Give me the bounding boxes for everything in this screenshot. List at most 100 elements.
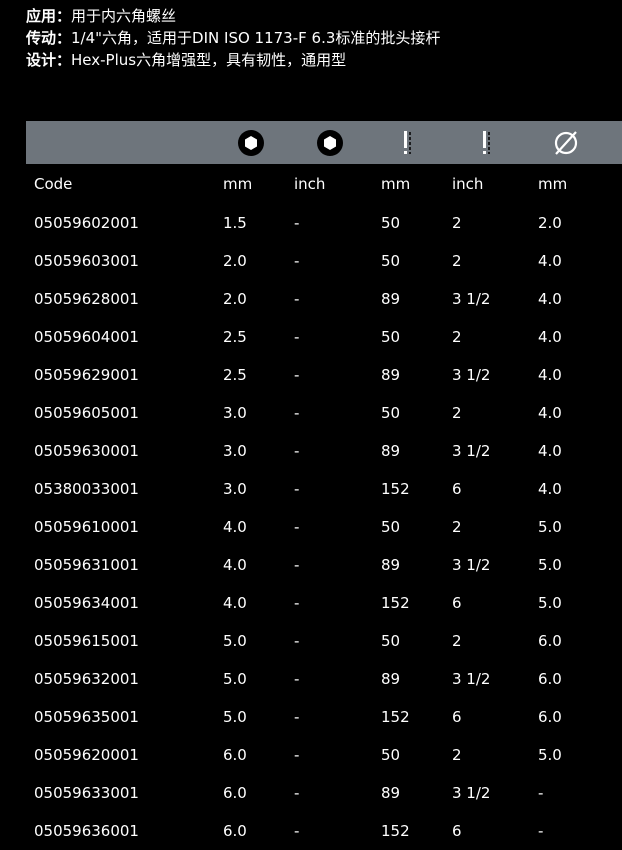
cell-code: 05059620001	[34, 746, 139, 764]
cell-hex-mm: 4.0	[223, 518, 247, 536]
cell-length-mm: 152	[381, 594, 410, 612]
cell-hex-inch: -	[294, 480, 300, 498]
cell-code: 05059631001	[34, 556, 139, 574]
icon-header-bar	[26, 121, 622, 164]
cell-length-mm: 89	[381, 366, 401, 384]
cell-hex-mm: 6.0	[223, 746, 247, 764]
table-row: 05059610001 4.0 - 50 2 5.0	[26, 508, 622, 546]
cell-hex-inch: -	[294, 708, 300, 726]
cell-code: 05059636001	[34, 822, 139, 840]
cell-length-inch: 3 1/2	[452, 670, 491, 688]
cell-hex-inch: -	[294, 252, 300, 270]
cell-length-mm: 152	[381, 708, 410, 726]
cell-code: 05059610001	[34, 518, 139, 536]
cell-code: 05059602001	[34, 214, 139, 232]
hex-socket-icon	[238, 130, 264, 156]
length-icon	[483, 131, 490, 154]
cell-hex-mm: 4.0	[223, 556, 247, 574]
cell-code: 05059633001	[34, 784, 139, 802]
cell-hex-inch: -	[294, 518, 300, 536]
cell-code: 05059615001	[34, 632, 139, 650]
cell-length-mm: 89	[381, 670, 401, 688]
cell-length-inch: 2	[452, 518, 462, 536]
spec-list: 应用：用于内六角螺丝 传动：1/4"六角，适用于DIN ISO 1173-F 6…	[26, 5, 440, 71]
table-row: 05059634001 4.0 - 152 6 5.0	[26, 584, 622, 622]
cell-hex-mm: 2.0	[223, 290, 247, 308]
spec-key: 设计：	[26, 51, 72, 69]
cell-length-inch: 2	[452, 746, 462, 764]
cell-hex-inch: -	[294, 404, 300, 422]
cell-hex-inch: -	[294, 556, 300, 574]
cell-code: 05059603001	[34, 252, 139, 270]
cell-length-mm: 89	[381, 784, 401, 802]
diameter-icon	[554, 131, 578, 155]
cell-code: 05059605001	[34, 404, 139, 422]
cell-hex-inch: -	[294, 822, 300, 840]
cell-length-mm: 50	[381, 746, 401, 764]
cell-hex-inch: -	[294, 632, 300, 650]
cell-length-mm: 50	[381, 214, 401, 232]
cell-length-mm: 50	[381, 632, 401, 650]
table-row: 05059620001 6.0 - 50 2 5.0	[26, 736, 622, 774]
col-header-length-inch: inch	[452, 175, 484, 193]
spec-table: Code mm inch mm inch mm 05059602001 1.5 - 5…	[26, 164, 622, 850]
cell-length-mm: 152	[381, 822, 410, 840]
cell-length-mm: 89	[381, 290, 401, 308]
cell-diameter-mm: 6.0	[538, 670, 562, 688]
cell-diameter-mm: 4.0	[538, 480, 562, 498]
cell-diameter-mm: 4.0	[538, 252, 562, 270]
cell-hex-mm: 6.0	[223, 784, 247, 802]
cell-hex-mm: 2.5	[223, 366, 247, 384]
spec-drive: 传动：1/4"六角，适用于DIN ISO 1173-F 6.3标准的批头接杆	[26, 27, 440, 49]
spec-design: 设计：Hex-Plus六角增强型，具有韧性，通用型	[26, 49, 440, 71]
col-header-hex-inch: inch	[294, 175, 326, 193]
col-header-diameter-mm: mm	[538, 175, 568, 193]
cell-hex-inch: -	[294, 366, 300, 384]
cell-length-mm: 89	[381, 442, 401, 460]
spec-value: 1/4"六角，适用于DIN ISO 1173-F 6.3标准的批头接杆	[71, 29, 441, 47]
cell-diameter-mm: 5.0	[538, 746, 562, 764]
cell-code: 05059632001	[34, 670, 139, 688]
table-row: 05059615001 5.0 - 50 2 6.0	[26, 622, 622, 660]
cell-code: 05059628001	[34, 290, 139, 308]
cell-diameter-mm: -	[538, 784, 544, 802]
cell-code: 05059629001	[34, 366, 139, 384]
cell-code: 05059630001	[34, 442, 139, 460]
table-row: 05059632001 5.0 - 89 3 1/2 6.0	[26, 660, 622, 698]
table-row: 05059630001 3.0 - 89 3 1/2 4.0	[26, 432, 622, 470]
cell-length-mm: 152	[381, 480, 410, 498]
cell-length-mm: 50	[381, 518, 401, 536]
cell-diameter-mm: 5.0	[538, 518, 562, 536]
cell-hex-inch: -	[294, 670, 300, 688]
table-row: 05059605001 3.0 - 50 2 4.0	[26, 394, 622, 432]
cell-length-inch: 2	[452, 632, 462, 650]
cell-length-inch: 3 1/2	[452, 366, 491, 384]
cell-code: 05380033001	[34, 480, 139, 498]
cell-length-inch: 3 1/2	[452, 784, 491, 802]
table-row: 05059636001 6.0 - 152 6 -	[26, 812, 622, 850]
table-row: 05059603001 2.0 - 50 2 4.0	[26, 242, 622, 280]
cell-diameter-mm: 4.0	[538, 290, 562, 308]
cell-hex-inch: -	[294, 594, 300, 612]
cell-hex-inch: -	[294, 290, 300, 308]
col-header-length-mm: mm	[381, 175, 411, 193]
cell-diameter-mm: 5.0	[538, 594, 562, 612]
cell-hex-inch: -	[294, 328, 300, 346]
cell-hex-mm: 4.0	[223, 594, 247, 612]
table-row: 05059602001 1.5 - 50 2 2.0	[26, 204, 622, 242]
cell-diameter-mm: 4.0	[538, 442, 562, 460]
cell-diameter-mm: -	[538, 822, 544, 840]
table-row: 05059631001 4.0 - 89 3 1/2 5.0	[26, 546, 622, 584]
cell-length-mm: 50	[381, 252, 401, 270]
cell-length-inch: 2	[452, 252, 462, 270]
cell-length-inch: 2	[452, 214, 462, 232]
cell-code: 05059635001	[34, 708, 139, 726]
table-row: 05059604001 2.5 - 50 2 4.0	[26, 318, 622, 356]
cell-diameter-mm: 6.0	[538, 632, 562, 650]
cell-diameter-mm: 5.0	[538, 556, 562, 574]
cell-hex-mm: 5.0	[223, 670, 247, 688]
hex-socket-icon	[317, 130, 343, 156]
cell-length-inch: 3 1/2	[452, 556, 491, 574]
spec-key: 应用：	[26, 7, 72, 25]
cell-length-inch: 6	[452, 480, 462, 498]
